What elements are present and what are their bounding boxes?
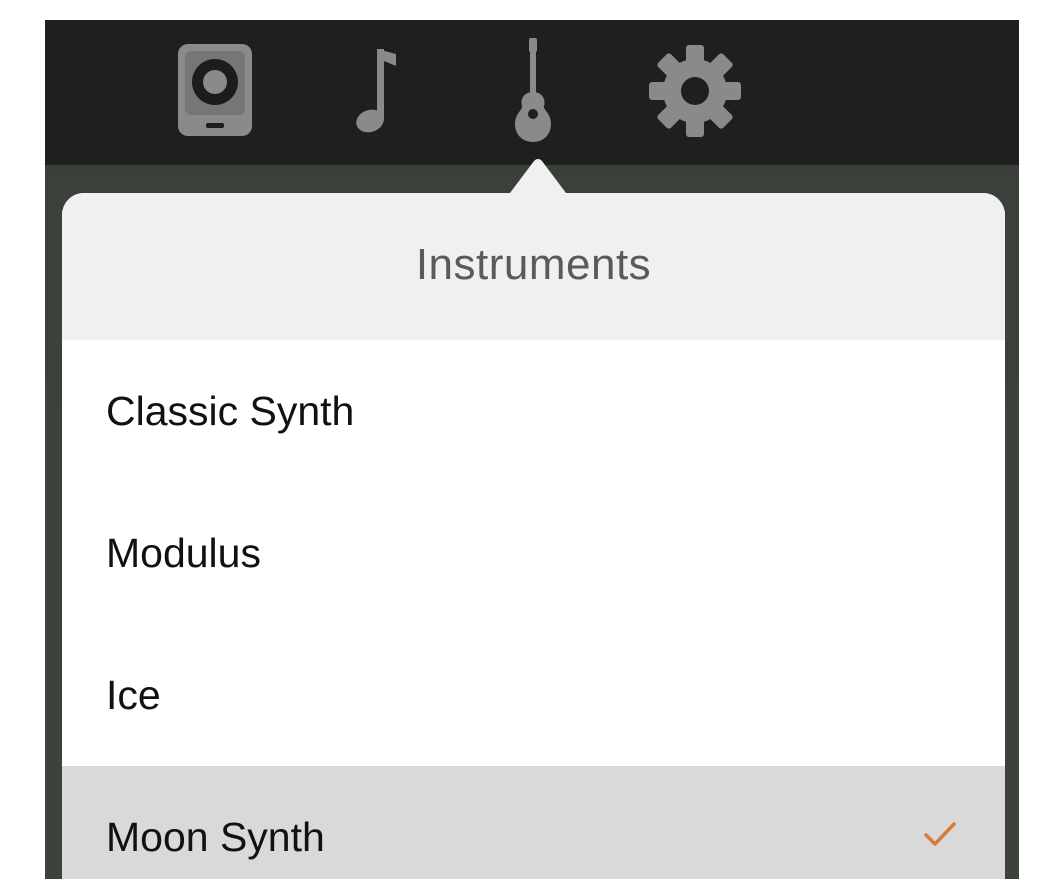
toolbar (45, 20, 1019, 165)
popover-title: Instruments (415, 240, 652, 289)
settings-tab[interactable] (640, 38, 750, 143)
music-tab[interactable] (341, 38, 411, 143)
speaker-icon (178, 44, 252, 136)
app-screen: Instruments Classic Synth Modulus Ice Mo… (45, 20, 1019, 879)
music-note-icon (356, 49, 396, 133)
instruments-tab[interactable] (493, 37, 573, 143)
item-label: Ice (106, 671, 161, 718)
list-item-ice[interactable]: Ice (62, 624, 1005, 766)
instruments-popover: Instruments Classic Synth Modulus Ice Mo… (62, 193, 1005, 879)
list-item-moon-synth[interactable]: Moon Synth (62, 766, 1005, 879)
list-item-classic-synth[interactable]: Classic Synth (62, 340, 1005, 482)
gear-icon (649, 44, 741, 137)
popover-header: Instruments (62, 193, 1005, 340)
popover-arrow (507, 159, 569, 197)
item-label: Moon Synth (106, 813, 325, 860)
list-item-modulus[interactable]: Modulus (62, 482, 1005, 624)
item-label: Modulus (106, 529, 261, 576)
speaker-tab[interactable] (170, 38, 260, 143)
instrument-list: Classic Synth Modulus Ice Moon Synth (62, 340, 1005, 879)
guitar-icon (515, 37, 551, 142)
checkmark-icon (924, 822, 956, 846)
item-label: Classic Synth (106, 387, 355, 434)
